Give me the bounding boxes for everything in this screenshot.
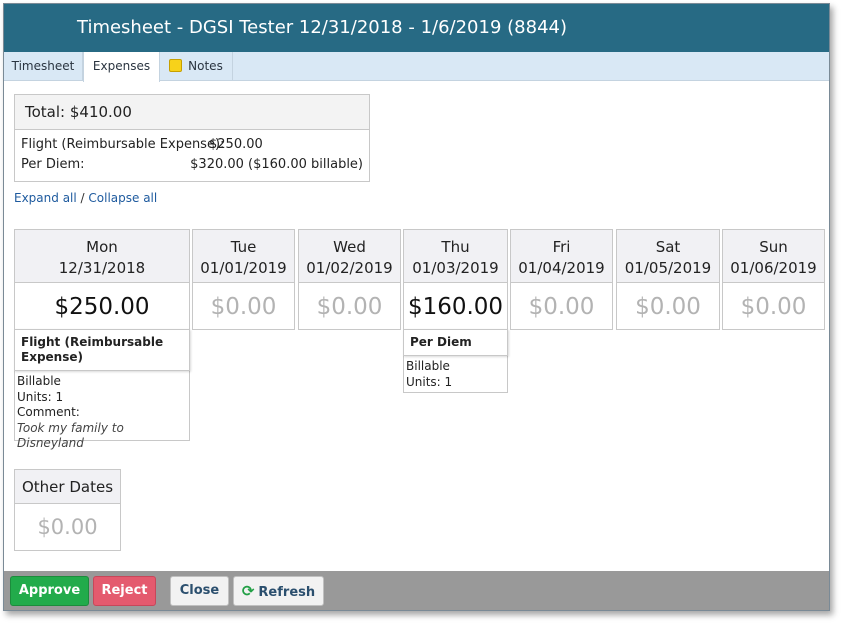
other-dates-amount: $0.00 xyxy=(37,515,98,539)
day-date: 01/02/2019 xyxy=(306,259,393,277)
reject-button[interactable]: Reject xyxy=(93,576,156,606)
summary-label: Flight (Reimbursable Expense): xyxy=(21,137,225,152)
total-summary: Total: $410.00 Flight (Reimbursable Expe… xyxy=(14,94,370,182)
expense-comment: Took my family to Disneyland xyxy=(17,420,124,451)
day-column-fri[interactable]: Fri 01/04/2019 $0.00 xyxy=(510,229,613,330)
day-amount: $160.00 xyxy=(407,294,504,320)
summary-value: $320.00 ($160.00 billable) xyxy=(190,157,363,172)
tab-expenses-label: Expenses xyxy=(92,59,151,73)
expenses-panel: Total: $410.00 Flight (Reimbursable Expe… xyxy=(4,82,829,572)
day-header: Sun 01/06/2019 xyxy=(723,230,824,283)
day-name: Fri xyxy=(552,238,571,256)
day-amount: $0.00 xyxy=(316,294,383,320)
expense-comment-label: Comment: xyxy=(17,405,80,419)
day-column-mon[interactable]: Mon 12/31/2018 $250.00 xyxy=(14,229,190,330)
day-column-wed[interactable]: Wed 01/02/2019 $0.00 xyxy=(298,229,401,330)
day-header: Wed 01/02/2019 xyxy=(299,230,400,283)
day-amount: $0.00 xyxy=(528,294,595,320)
day-column-sat[interactable]: Sat 01/05/2019 $0.00 xyxy=(616,229,720,330)
tab-expenses[interactable]: Expenses xyxy=(83,52,160,82)
expand-all-link[interactable]: Expand all xyxy=(14,191,77,205)
day-header: Tue 01/01/2019 xyxy=(193,230,294,283)
button-bar: Approve Reject Close ⟳ Refresh xyxy=(4,571,829,610)
day-name: Wed xyxy=(333,238,366,256)
day-date: 01/06/2019 xyxy=(730,259,817,277)
expense-entry-flight[interactable]: Flight (Reimbursable Expense) Billable U… xyxy=(14,329,190,450)
day-name: Tue xyxy=(230,238,257,256)
day-header: Fri 01/04/2019 xyxy=(511,230,612,283)
day-amount: $0.00 xyxy=(740,294,807,320)
refresh-label: Refresh xyxy=(258,585,316,600)
summary-row-per-diem: Per Diem: $320.00 ($160.00 billable) xyxy=(15,155,369,175)
window-title: Timesheet - DGSI Tester 12/31/2018 - 1/6… xyxy=(4,4,829,52)
timesheet-dialog: Timesheet - DGSI Tester 12/31/2018 - 1/6… xyxy=(3,3,830,611)
tab-notes[interactable]: Notes xyxy=(160,52,233,81)
link-separator: / xyxy=(76,191,89,205)
expense-units: Units: 1 xyxy=(17,389,64,404)
tab-notes-label: Notes xyxy=(188,59,223,73)
tab-timesheet-label: Timesheet xyxy=(11,59,75,73)
summary-label: Per Diem: xyxy=(21,157,85,172)
day-date: 01/01/2019 xyxy=(200,259,287,277)
summary-value: $250.00 xyxy=(209,137,263,152)
day-header: Thu 01/03/2019 xyxy=(404,230,507,283)
expense-title: Per Diem xyxy=(403,329,508,356)
day-date: 01/05/2019 xyxy=(624,259,712,277)
expense-title: Flight (Reimbursable Expense) xyxy=(14,329,190,371)
day-column-tue[interactable]: Tue 01/01/2019 $0.00 xyxy=(192,229,295,330)
approve-button[interactable]: Approve xyxy=(10,576,89,606)
day-date: 01/03/2019 xyxy=(412,259,499,277)
other-dates-label: Other Dates xyxy=(15,470,120,504)
refresh-icon: ⟳ xyxy=(241,582,255,600)
day-date: 01/04/2019 xyxy=(518,259,605,277)
day-column-sun[interactable]: Sun 01/06/2019 $0.00 xyxy=(722,229,825,330)
day-amount: $0.00 xyxy=(210,294,277,320)
day-date: 12/31/2018 xyxy=(58,259,146,277)
day-name: Mon xyxy=(86,238,118,256)
close-button[interactable]: Close xyxy=(170,576,229,606)
day-name: Sun xyxy=(759,238,788,256)
other-dates-box[interactable]: Other Dates $0.00 xyxy=(14,469,121,551)
expense-units: Units: 1 xyxy=(406,374,453,389)
expand-collapse-links: Expand all / Collapse all xyxy=(14,191,157,205)
day-name: Thu xyxy=(441,238,470,256)
day-name: Sat xyxy=(655,238,681,256)
day-column-thu[interactable]: Thu 01/03/2019 $160.00 xyxy=(403,229,508,330)
total-amount: Total: $410.00 xyxy=(15,95,369,130)
expense-details: Billable Units: 1 xyxy=(404,356,507,393)
day-header: Sat 01/05/2019 xyxy=(617,230,719,283)
expense-details: Billable Units: 1 Comment: Took my famil… xyxy=(15,371,189,455)
refresh-button[interactable]: ⟳ Refresh xyxy=(233,576,324,606)
summary-row-flight: Flight (Reimbursable Expense): $250.00 xyxy=(15,135,369,155)
expense-billable: Billable xyxy=(406,359,450,373)
tab-bar: Timesheet Expenses Notes xyxy=(4,52,829,82)
expense-entry-per-diem[interactable]: Per Diem Billable Units: 1 xyxy=(403,329,508,393)
day-amount: $0.00 xyxy=(635,294,701,320)
note-icon xyxy=(169,59,183,72)
day-amount: $250.00 xyxy=(54,294,150,320)
day-header: Mon 12/31/2018 xyxy=(15,230,189,283)
expense-billable: Billable xyxy=(17,374,61,388)
tab-timesheet[interactable]: Timesheet xyxy=(4,52,83,81)
collapse-all-link[interactable]: Collapse all xyxy=(88,191,157,205)
